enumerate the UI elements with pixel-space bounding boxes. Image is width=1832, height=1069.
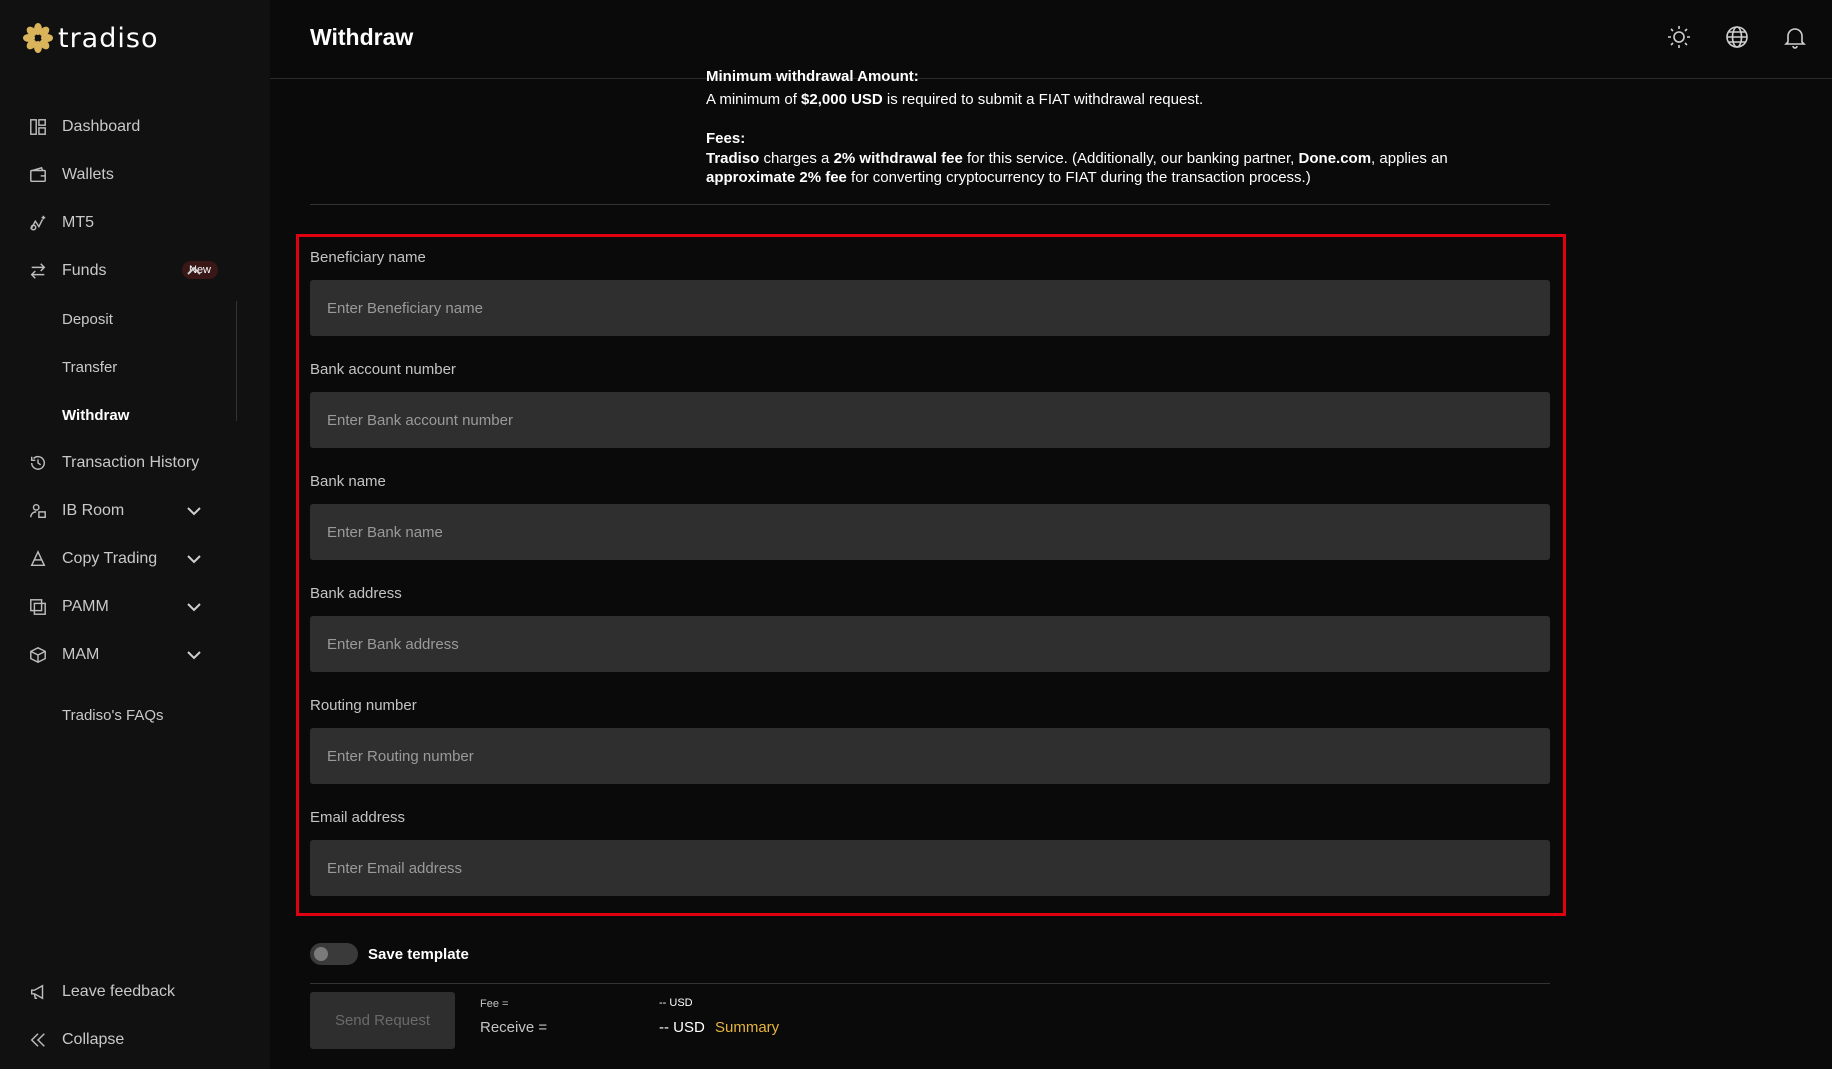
receive-label: Receive = — [480, 1019, 548, 1036]
sidebar-item-label: PAMM — [62, 598, 109, 615]
field-label: Email address — [310, 809, 406, 826]
sidebar-item-ib-room[interactable]: IB Room — [0, 487, 270, 535]
summary-link[interactable]: Summary — [715, 1019, 779, 1036]
field-label: Beneficiary name — [310, 249, 426, 266]
ib-room-icon — [28, 501, 48, 521]
bell-icon[interactable] — [1782, 24, 1808, 55]
chevron-down-icon[interactable] — [186, 503, 202, 519]
field-label: Bank address — [310, 585, 402, 602]
megaphone-icon — [28, 982, 48, 1002]
sidebar-item-label: Collapse — [62, 1031, 125, 1048]
sidebar-item-label: IB Room — [62, 502, 125, 519]
submenu-divider — [236, 301, 237, 421]
send-request-button[interactable]: Send Request — [310, 992, 455, 1049]
leave-feedback-button[interactable]: Leave feedback — [0, 968, 270, 1016]
field-label: Bank account number — [310, 361, 456, 378]
field-label: Bank name — [310, 473, 386, 490]
sidebar-item-transfer[interactable]: Transfer — [0, 343, 270, 391]
header-actions — [1666, 24, 1808, 55]
field-label: Routing number — [310, 697, 417, 714]
save-template-toggle[interactable] — [310, 943, 358, 965]
history-icon — [28, 453, 48, 473]
min-withdrawal-text: A minimum of $2,000 USD is required to s… — [706, 91, 1204, 108]
bank-address-input[interactable] — [310, 616, 1550, 672]
sun-icon[interactable] — [1666, 24, 1692, 55]
min-withdrawal-heading: Minimum withdrawal Amount: — [706, 68, 919, 85]
beneficiary-name-input[interactable] — [310, 280, 1550, 336]
sidebar-item-copy-trading[interactable]: Copy Trading — [0, 535, 270, 583]
beneficiary-name-group: Beneficiary name — [310, 249, 1550, 336]
main-content: Minimum withdrawal Amount: A minimum of … — [296, 68, 1566, 1069]
fee-label: Fee = — [480, 998, 509, 1010]
sidebar-nav: Dashboard Wallets MT5 Funds New Deposit … — [0, 103, 270, 739]
collapse-button[interactable]: Collapse — [0, 1016, 270, 1064]
sidebar-item-mt5[interactable]: MT5 — [0, 199, 270, 247]
sidebar-item-label: Funds — [62, 262, 107, 279]
sidebar-item-label: Dashboard — [62, 118, 141, 135]
globe-icon[interactable] — [1724, 24, 1750, 55]
sidebar-item-label: Leave feedback — [62, 983, 175, 1000]
sidebar-item-pamm[interactable]: PAMM — [0, 583, 270, 631]
pamm-icon — [28, 597, 48, 617]
fee-value: -- USD — [659, 997, 693, 1009]
sidebar-item-label: Transaction History — [62, 454, 200, 471]
mam-icon — [28, 645, 48, 665]
double-chevron-left-icon — [28, 1030, 48, 1050]
sidebar-item-dashboard[interactable]: Dashboard — [0, 103, 270, 151]
funds-submenu: Deposit Transfer Withdraw — [0, 295, 270, 439]
transfer-arrows-icon — [28, 261, 48, 281]
bank-address-group: Bank address — [310, 585, 1550, 672]
sidebar-item-deposit[interactable]: Deposit — [0, 295, 270, 343]
flower-logo-icon — [23, 23, 53, 53]
sidebar-item-transaction-history[interactable]: Transaction History — [0, 439, 270, 487]
sidebar-item-wallets[interactable]: Wallets — [0, 151, 270, 199]
copy-trading-icon — [28, 549, 48, 569]
mt5-icon — [28, 213, 48, 233]
brand-name: tradiso — [58, 22, 159, 54]
sidebar-item-label: MAM — [62, 646, 100, 663]
email-address-group: Email address — [310, 809, 1550, 896]
save-template-row: Save template — [310, 943, 469, 965]
top-header: Withdraw — [270, 0, 1832, 79]
email-address-input[interactable] — [310, 840, 1550, 896]
sidebar-item-label: Wallets — [62, 166, 114, 183]
sidebar-item-label: Copy Trading — [62, 550, 158, 567]
bank-account-number-input[interactable] — [310, 392, 1550, 448]
routing-number-group: Routing number — [310, 697, 1550, 784]
chevron-down-icon[interactable] — [186, 647, 202, 663]
bank-name-group: Bank name — [310, 473, 1550, 560]
sidebar-item-label: MT5 — [62, 214, 94, 231]
dashboard-icon — [28, 117, 48, 137]
sidebar-bottom: Leave feedback Collapse — [0, 968, 270, 1064]
toggle-knob — [314, 947, 328, 961]
sidebar-item-funds[interactable]: Funds New — [0, 247, 270, 295]
chevron-up-icon[interactable] — [186, 263, 202, 279]
divider — [310, 204, 1550, 205]
routing-number-input[interactable] — [310, 728, 1550, 784]
wallet-icon — [28, 165, 48, 185]
bank-details-form: Beneficiary name Bank account number Ban… — [296, 234, 1566, 916]
page-title: Withdraw — [310, 24, 414, 50]
sidebar: tradiso Dashboard Wallets MT5 Funds New — [0, 0, 270, 1069]
chevron-down-icon[interactable] — [186, 599, 202, 615]
divider — [310, 983, 1550, 984]
sidebar-item-withdraw[interactable]: Withdraw — [0, 391, 270, 439]
bank-name-input[interactable] — [310, 504, 1550, 560]
save-template-label: Save template — [368, 945, 469, 963]
sidebar-item-mam[interactable]: MAM — [0, 631, 270, 679]
brand-logo[interactable]: tradiso — [22, 22, 158, 54]
chevron-down-icon[interactable] — [186, 551, 202, 567]
bank-account-number-group: Bank account number — [310, 361, 1550, 448]
fees-heading: Fees: — [706, 130, 746, 147]
app-root: tradiso Dashboard Wallets MT5 Funds New — [0, 0, 1832, 1069]
sidebar-item-faqs[interactable]: Tradiso's FAQs — [0, 691, 270, 739]
receive-value: -- USD — [659, 1019, 705, 1036]
fees-text: Tradiso charges a 2% withdrawal fee for … — [706, 150, 1448, 186]
